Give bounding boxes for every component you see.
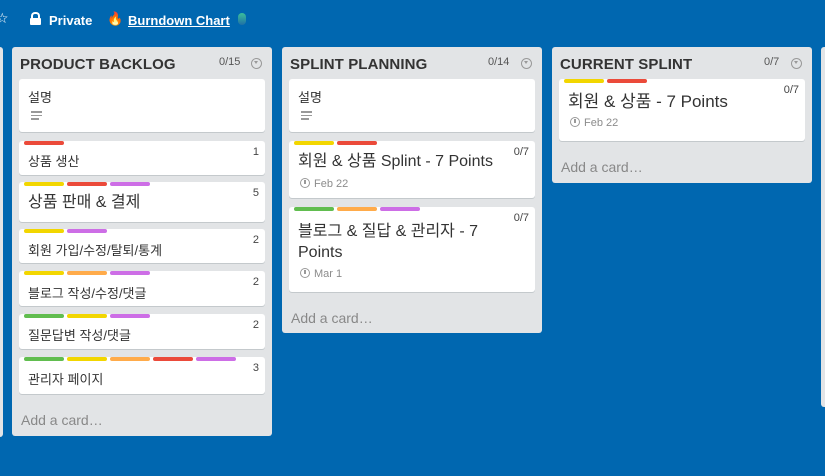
card-description[interactable]: 설명 [19, 79, 265, 132]
card-title: 질문답변 작성/댓글 [28, 328, 131, 343]
card-count: 0/7 [513, 212, 529, 224]
board-header: ☆ Private 🔥 Burndown Chart [0, 0, 825, 40]
flame-icon: 🔥 [107, 11, 124, 26]
card-title: 회원 & 상품 Splint - 7 Points [298, 153, 493, 170]
card-count: 0/7 [513, 146, 529, 158]
label-red [153, 357, 193, 361]
card-product-sales-payment[interactable]: 상품 판매 & 결제 5 [19, 182, 265, 222]
card-title: 회원 가입/수정/탈퇴/통계 [28, 243, 163, 258]
list-count: 0/14 [488, 56, 510, 68]
card-qna-writing[interactable]: 질문답변 작성/댓글 2 [19, 314, 265, 349]
card-count: 1 [252, 146, 259, 158]
add-card-button[interactable]: Add a card… [561, 159, 643, 175]
card-title: 설명 [298, 90, 322, 105]
add-card-button[interactable]: Add a card… [291, 310, 373, 326]
list-title[interactable]: SPLINT PLANNING [290, 56, 427, 73]
card-count: 3 [252, 362, 259, 374]
label-red [607, 79, 647, 83]
description-icon [301, 111, 312, 122]
add-card-button[interactable]: Add a card… [21, 412, 103, 428]
label-yellow [24, 271, 64, 275]
label-yellow [67, 357, 107, 361]
card-count: 2 [252, 276, 259, 288]
list-count: 0/7 [764, 56, 780, 68]
label-orange [67, 271, 107, 275]
list-menu-icon[interactable] [251, 58, 262, 69]
label-yellow [24, 182, 64, 186]
card-title: 블로그 & 질답 & 관리자 - 7 Points [298, 223, 479, 261]
burndown-chart-link[interactable]: Burndown Chart [128, 13, 230, 28]
extension-icon[interactable] [238, 13, 246, 25]
label-purple [110, 182, 150, 186]
card-title: 상품 생산 [28, 154, 80, 169]
label-orange [110, 357, 150, 361]
card-count: 2 [252, 234, 259, 246]
list-menu-icon[interactable] [521, 58, 532, 69]
due-date: Feb 22 [300, 178, 348, 190]
card-blog-qna-admin[interactable]: 블로그 & 질답 & 관리자 - 7 Points 0/7 Mar 1 [289, 207, 535, 292]
card-member-signup[interactable]: 회원 가입/수정/탈퇴/통계 2 [19, 229, 265, 263]
list-title[interactable]: PRODUCT BACKLOG [20, 56, 176, 73]
label-yellow [564, 79, 604, 83]
star-icon[interactable]: ☆ [0, 10, 9, 27]
card-title: 회원 & 상품 - 7 Points [568, 92, 728, 111]
list-menu-icon[interactable] [791, 58, 802, 69]
card-member-product-splint[interactable]: 회원 & 상품 Splint - 7 Points 0/7 Feb 22 [289, 141, 535, 198]
list-edge-right [821, 47, 825, 407]
label-orange [337, 207, 377, 211]
label-green [24, 357, 64, 361]
label-yellow [24, 229, 64, 233]
list-count: 0/15 [219, 56, 241, 68]
card-count: 2 [252, 319, 259, 331]
description-icon [31, 111, 42, 122]
label-yellow [294, 141, 334, 145]
list-current-splint: CURRENT SPLINT 0/7 회원 & 상품 - 7 Points 0/… [552, 47, 812, 183]
clock-icon [300, 268, 310, 278]
card-count: 0/7 [783, 84, 799, 96]
label-green [24, 314, 64, 318]
visibility-label[interactable]: Private [49, 13, 92, 28]
lock-icon [30, 12, 41, 26]
label-red [337, 141, 377, 145]
card-description[interactable]: 설명 [289, 79, 535, 132]
label-red [67, 182, 107, 186]
card-title: 설명 [28, 90, 52, 105]
card-blog-writing[interactable]: 블로그 작성/수정/댓글 2 [19, 271, 265, 306]
clock-icon [570, 117, 580, 127]
card-member-product-current[interactable]: 회원 & 상품 - 7 Points 0/7 Feb 22 [559, 79, 805, 141]
label-green [294, 207, 334, 211]
due-date: Mar 1 [300, 268, 342, 280]
card-title: 상품 판매 & 결제 [28, 194, 141, 211]
label-purple [67, 229, 107, 233]
card-product-production[interactable]: 상품 생산 1 [19, 141, 265, 175]
label-yellow [67, 314, 107, 318]
card-title: 관리자 페이지 [28, 372, 104, 387]
list-splint-planning: SPLINT PLANNING 0/14 설명 회원 & 상품 Splint -… [282, 47, 542, 333]
card-admin-page[interactable]: 관리자 페이지 3 [19, 357, 265, 394]
label-purple [110, 271, 150, 275]
label-purple [196, 357, 236, 361]
due-date: Feb 22 [570, 117, 618, 129]
list-title[interactable]: CURRENT SPLINT [560, 56, 692, 73]
card-title: 블로그 작성/수정/댓글 [28, 286, 147, 301]
list-edge-left [0, 47, 3, 437]
label-purple [380, 207, 420, 211]
label-red [24, 141, 64, 145]
clock-icon [300, 178, 310, 188]
label-purple [110, 314, 150, 318]
card-count: 5 [252, 187, 259, 199]
list-product-backlog: PRODUCT BACKLOG 0/15 설명 상품 생산 1 상품 판매 & … [12, 47, 272, 436]
